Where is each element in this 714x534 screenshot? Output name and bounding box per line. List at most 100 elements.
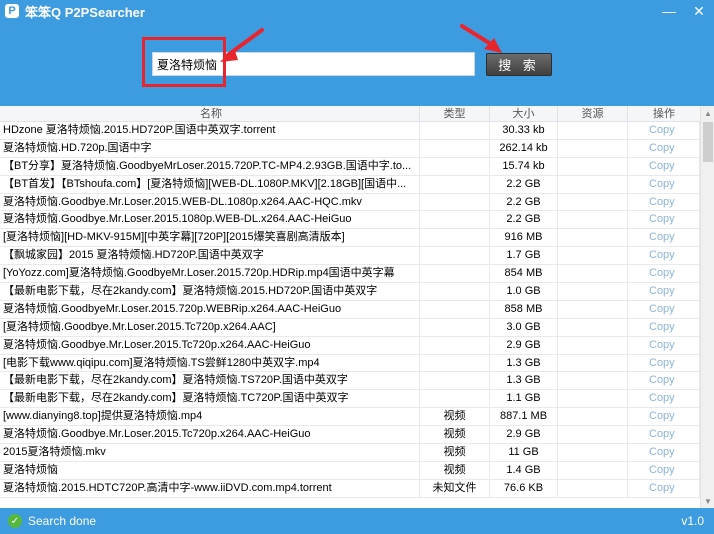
table-row[interactable]: 夏洛特烦恼.Goodbye.Mr.Loser.2015.Tc720p.x264.… (0, 336, 700, 355)
header-type[interactable]: 类型 (420, 106, 490, 121)
copy-link[interactable]: Copy (628, 336, 700, 354)
header-name[interactable]: 名称 (0, 106, 420, 121)
cell-resource (558, 300, 628, 318)
cell-name: [夏洛特烦恼.Goodbye.Mr.Loser.2015.Tc720p.x264… (0, 318, 420, 336)
version-label: v1.0 (681, 514, 704, 528)
copy-link[interactable]: Copy (628, 408, 700, 426)
cell-resource (558, 372, 628, 390)
table-row[interactable]: 夏洛特烦恼.Goodbye.Mr.Loser.2015.1080p.WEB-DL… (0, 211, 700, 230)
copy-link[interactable]: Copy (628, 444, 700, 461)
copy-link[interactable]: Copy (628, 354, 700, 372)
copy-link[interactable]: Copy (628, 283, 700, 300)
cell-name: 夏洛特烦恼.GoodbyeMr.Loser.2015.720p.WEBRip.x… (0, 300, 420, 318)
cell-size: 2.9 GB (490, 336, 558, 354)
table-row[interactable]: 夏洛特烦恼.Goodbye.Mr.Loser.2015.Tc720p.x264.… (0, 426, 700, 445)
title-bar: P 笨笨Q P2PSearcher — ✕ (0, 0, 714, 22)
vertical-scrollbar[interactable]: ▲ ▼ (700, 106, 714, 508)
cell-size: 3.0 GB (490, 318, 558, 336)
cell-type: 视频 (420, 408, 490, 426)
cell-name: 【最新电影下载，尽在2kandy.com】夏洛特烦恼.TS720P.国语中英双字 (0, 372, 420, 390)
status-text: Search done (28, 514, 97, 528)
status-bar: ✓ Search done v1.0 (0, 508, 714, 534)
cell-name: 夏洛特烦恼.Goodbye.Mr.Loser.2015.Tc720p.x264.… (0, 426, 420, 444)
copy-link[interactable]: Copy (628, 479, 700, 497)
cell-type (420, 193, 490, 211)
cell-type (420, 157, 490, 175)
cell-resource (558, 283, 628, 300)
copy-link[interactable]: Copy (628, 211, 700, 229)
copy-link[interactable]: Copy (628, 390, 700, 408)
copy-link[interactable]: Copy (628, 372, 700, 390)
copy-link[interactable]: Copy (628, 426, 700, 444)
table-row[interactable]: 【BT首发】【BTshoufa.com】[夏洛特烦恼][WEB-DL.1080P… (0, 175, 700, 194)
scroll-down-icon[interactable]: ▼ (701, 494, 714, 508)
cell-name: HDzone 夏洛特烦恼.2015.HD720P.国语中英双字.torrent (0, 122, 420, 139)
cell-size: 30.33 kb (490, 122, 558, 139)
copy-link[interactable]: Copy (628, 193, 700, 211)
cell-name: 【BT首发】【BTshoufa.com】[夏洛特烦恼][WEB-DL.1080P… (0, 175, 420, 193)
cell-size: 854 MB (490, 265, 558, 283)
table-row[interactable]: 夏洛特烦恼.Goodbye.Mr.Loser.2015.WEB-DL.1080p… (0, 193, 700, 212)
cell-type (420, 318, 490, 336)
table-row[interactable]: 【BT分享】夏洛特烦恼.GoodbyeMrLoser.2015.720P.TC-… (0, 157, 700, 176)
table-row[interactable]: 【最新电影下载，尽在2kandy.com】夏洛特烦恼.2015.HD720P.国… (0, 283, 700, 301)
cell-type (420, 122, 490, 139)
table-row[interactable]: [夏洛特烦恼][HD-MKV-915M][中英字幕][720P][2015爆笑喜… (0, 229, 700, 248)
table-row[interactable]: 【最新电影下载，尽在2kandy.com】夏洛特烦恼.TC720P.国语中英双字… (0, 390, 700, 409)
copy-link[interactable]: Copy (628, 318, 700, 336)
search-area: 搜 索 (0, 22, 714, 106)
table-row[interactable]: 夏洛特烦恼 视频 1.4 GB Copy (0, 461, 700, 480)
table-row[interactable]: 夏洛特烦恼.HD.720p.国语中字 262.14 kb Copy (0, 139, 700, 158)
cell-size: 2.2 GB (490, 211, 558, 229)
header-size[interactable]: 大小 (490, 106, 558, 121)
cell-name: [夏洛特烦恼][HD-MKV-915M][中英字幕][720P][2015爆笑喜… (0, 229, 420, 247)
header-action[interactable]: 操作 (628, 106, 700, 121)
copy-link[interactable]: Copy (628, 300, 700, 318)
cell-type (420, 175, 490, 193)
cell-name: 夏洛特烦恼.HD.720p.国语中字 (0, 139, 420, 157)
cell-resource (558, 336, 628, 354)
close-button[interactable]: ✕ (684, 0, 714, 22)
cell-type (420, 300, 490, 318)
cell-resource (558, 265, 628, 283)
table-row[interactable]: [YoYozz.com]夏洛特烦恼.GoodbyeMr.Loser.2015.7… (0, 265, 700, 284)
table-row[interactable]: [www.dianying8.top]提供夏洛特烦恼.mp4 视频 887.1 MB… (0, 408, 700, 427)
cell-resource (558, 426, 628, 444)
scroll-up-icon[interactable]: ▲ (701, 106, 714, 120)
cell-name: [YoYozz.com]夏洛特烦恼.GoodbyeMr.Loser.2015.7… (0, 265, 420, 283)
cell-type (420, 354, 490, 372)
cell-size: 262.14 kb (490, 139, 558, 157)
copy-link[interactable]: Copy (628, 175, 700, 193)
table-row[interactable]: 夏洛特烦恼.GoodbyeMr.Loser.2015.720p.WEBRip.x… (0, 300, 700, 319)
copy-link[interactable]: Copy (628, 247, 700, 265)
cell-resource (558, 408, 628, 426)
cell-type (420, 372, 490, 390)
minimize-button[interactable]: — (654, 0, 684, 22)
table-row[interactable]: 夏洛特烦恼.2015.HDTC720P.高清中字-www.iiDVD.com.m… (0, 479, 700, 498)
copy-link[interactable]: Copy (628, 122, 700, 139)
cell-type: 未知文件 (420, 479, 490, 497)
copy-link[interactable]: Copy (628, 139, 700, 157)
table-row[interactable]: [电影下载www.qiqipu.com]夏洛特烦恼.TS尝鲜1280中英双字.m… (0, 354, 700, 373)
table-row[interactable]: HDzone 夏洛特烦恼.2015.HD720P.国语中英双字.torrent 3… (0, 122, 700, 140)
table-row[interactable]: 【最新电影下载，尽在2kandy.com】夏洛特烦恼.TS720P.国语中英双字… (0, 372, 700, 391)
cell-type (420, 247, 490, 265)
table-row[interactable]: 2015夏洛特烦恼.mkv 视频 11 GB Copy (0, 444, 700, 462)
cell-name: [电影下载www.qiqipu.com]夏洛特烦恼.TS尝鲜1280中英双字.m… (0, 354, 420, 372)
cell-size: 916 MB (490, 229, 558, 247)
scroll-thumb[interactable] (703, 122, 713, 162)
copy-link[interactable]: Copy (628, 229, 700, 247)
cell-type (420, 336, 490, 354)
cell-resource (558, 193, 628, 211)
table-row[interactable]: 【飘城家园】2015 夏洛特烦恼.HD720P.国语中英双字 1.7 GB Copy (0, 247, 700, 266)
copy-link[interactable]: Copy (628, 461, 700, 479)
table-row[interactable]: [夏洛特烦恼.Goodbye.Mr.Loser.2015.Tc720p.x264… (0, 318, 700, 337)
cell-type: 视频 (420, 444, 490, 461)
cell-name: 【飘城家园】2015 夏洛特烦恼.HD720P.国语中英双字 (0, 247, 420, 265)
copy-link[interactable]: Copy (628, 265, 700, 283)
cell-name: 夏洛特烦恼.Goodbye.Mr.Loser.2015.1080p.WEB-DL… (0, 211, 420, 229)
cell-type (420, 139, 490, 157)
copy-link[interactable]: Copy (628, 157, 700, 175)
header-resource[interactable]: 资源 (558, 106, 628, 121)
cell-resource (558, 139, 628, 157)
